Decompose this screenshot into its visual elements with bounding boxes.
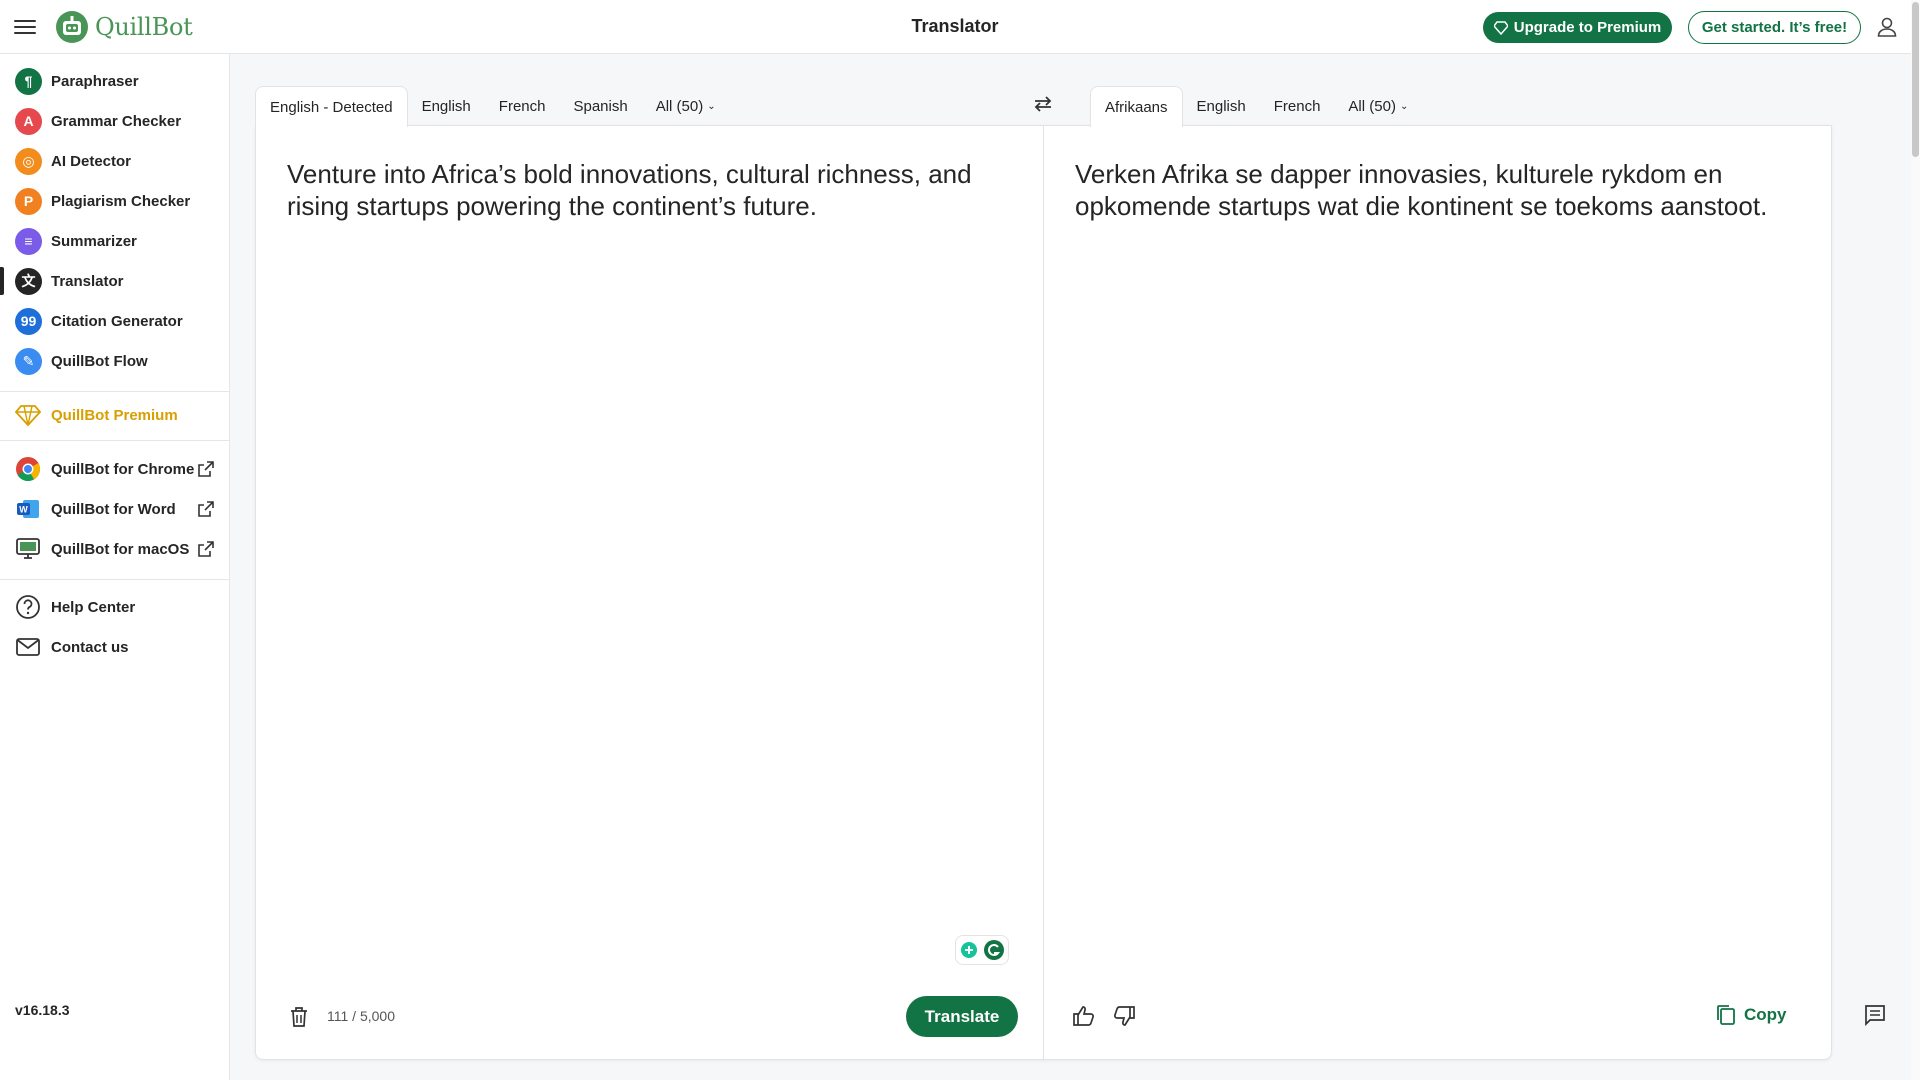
sidebar-item-contact-us[interactable]: Contact us — [0, 629, 229, 665]
tab-source-french[interactable]: French — [485, 86, 560, 126]
translate-button[interactable]: Translate — [906, 996, 1018, 1037]
summarizer-icon: ≡ — [15, 227, 42, 255]
user-account-icon[interactable] — [1876, 16, 1898, 38]
sidebar-item-word-extension[interactable]: W QuillBot for Word — [0, 491, 229, 527]
get-started-button[interactable]: Get started. It’s free! — [1688, 11, 1861, 44]
feedback-message-icon[interactable] — [1864, 1004, 1886, 1026]
grammarly-icon — [984, 940, 1004, 960]
sidebar-item-chrome-extension[interactable]: QuillBot for Chrome — [0, 451, 229, 487]
page-scrollbar[interactable] — [1911, 0, 1920, 1080]
sidebar-divider — [0, 440, 229, 441]
sidebar-item-macos-app[interactable]: QuillBot for macOS — [0, 531, 229, 567]
sidebar-item-grammar-checker[interactable]: A Grammar Checker — [0, 103, 229, 139]
tab-source-english-detected[interactable]: English - Detected — [255, 86, 408, 127]
target-language-tabs: Afrikaans English French All (50) ⌄ — [1090, 86, 1422, 127]
help-question-icon — [16, 595, 40, 619]
chevron-down-icon: ⌄ — [1399, 100, 1409, 112]
sidebar-item-help-center[interactable]: Help Center — [0, 589, 229, 625]
microsoft-word-icon: W — [17, 500, 39, 518]
tab-target-french[interactable]: French — [1260, 86, 1335, 126]
source-text-input[interactable]: Venture into Africa’s bold innovations, … — [287, 158, 1007, 222]
copy-label: Copy — [1744, 1005, 1787, 1024]
tab-target-english[interactable]: English — [1183, 86, 1260, 126]
sidebar-item-plagiarism-checker[interactable]: P Plagiarism Checker — [0, 183, 229, 219]
citation-generator-icon: 99 — [15, 307, 42, 335]
sidebar-item-citation-generator[interactable]: 99 Citation Generator — [0, 303, 229, 339]
swap-languages-icon[interactable] — [1031, 92, 1055, 116]
macos-monitor-icon — [16, 538, 40, 559]
sidebar-item-quillbot-flow[interactable]: ✎ QuillBot Flow — [0, 343, 229, 379]
sidebar-item-translator[interactable]: 文 Translator — [0, 263, 229, 299]
diamond-icon — [1493, 20, 1508, 35]
plagiarism-checker-icon: P — [15, 187, 42, 215]
svg-text:W: W — [19, 505, 28, 515]
scrollbar-thumb[interactable] — [1912, 2, 1919, 157]
trash-icon[interactable] — [289, 1006, 309, 1028]
copy-icon — [1717, 1005, 1735, 1025]
sidebar-item-paraphraser[interactable]: ¶ Paraphraser — [0, 63, 229, 99]
tab-source-spanish[interactable]: Spanish — [559, 86, 641, 126]
tab-target-afrikaans[interactable]: Afrikaans — [1090, 86, 1183, 127]
sidebar-item-ai-detector[interactable]: ◎ AI Detector — [0, 143, 229, 179]
external-link-icon — [198, 461, 214, 477]
thumbs-down-icon[interactable] — [1112, 1004, 1136, 1028]
tab-source-english[interactable]: English — [408, 86, 485, 126]
copy-button[interactable]: Copy — [1716, 1004, 1787, 1026]
sidebar: ¶ Paraphraser A Grammar Checker ◎ AI Det… — [0, 54, 230, 1080]
premium-diamond-icon — [15, 405, 41, 427]
sidebar-divider — [0, 579, 229, 580]
tab-source-all-languages[interactable]: All (50) ⌄ — [642, 86, 730, 126]
active-indicator — [0, 267, 4, 295]
sidebar-divider — [0, 391, 229, 392]
character-count: 111 / 5,000 — [327, 1008, 395, 1024]
tab-target-all-languages[interactable]: All (50) ⌄ — [1334, 86, 1422, 126]
grammarly-widget[interactable] — [955, 935, 1009, 965]
bulb-icon — [961, 942, 977, 958]
grammar-checker-icon: A — [15, 107, 42, 135]
mail-icon — [16, 638, 40, 656]
chevron-down-icon: ⌄ — [707, 100, 716, 112]
translated-text-output: Verken Afrika se dapper innovasies, kult… — [1075, 159, 1768, 221]
panel-divider — [1043, 125, 1044, 1060]
sidebar-item-summarizer[interactable]: ≡ Summarizer — [0, 223, 229, 259]
external-link-icon — [198, 541, 214, 557]
ai-detector-icon: ◎ — [15, 147, 42, 175]
upgrade-label: Upgrade to Premium — [1513, 19, 1662, 36]
translator-icon: 文 — [15, 267, 42, 295]
quillbot-flow-icon: ✎ — [15, 347, 42, 375]
app-version: v16.18.3 — [15, 1002, 70, 1018]
premium-label: QuillBot Premium — [51, 406, 178, 424]
chrome-icon — [16, 457, 41, 482]
external-link-icon — [198, 501, 214, 517]
sidebar-item-premium[interactable]: QuillBot Premium — [0, 397, 229, 433]
thumbs-up-icon[interactable] — [1072, 1004, 1096, 1028]
paraphraser-icon: ¶ — [15, 67, 42, 95]
upgrade-premium-button[interactable]: Upgrade to Premium — [1483, 12, 1672, 43]
top-header: QuillBot Translator Upgrade to Premium G… — [0, 0, 1920, 54]
source-language-tabs: English - Detected English French Spanis… — [255, 86, 730, 127]
